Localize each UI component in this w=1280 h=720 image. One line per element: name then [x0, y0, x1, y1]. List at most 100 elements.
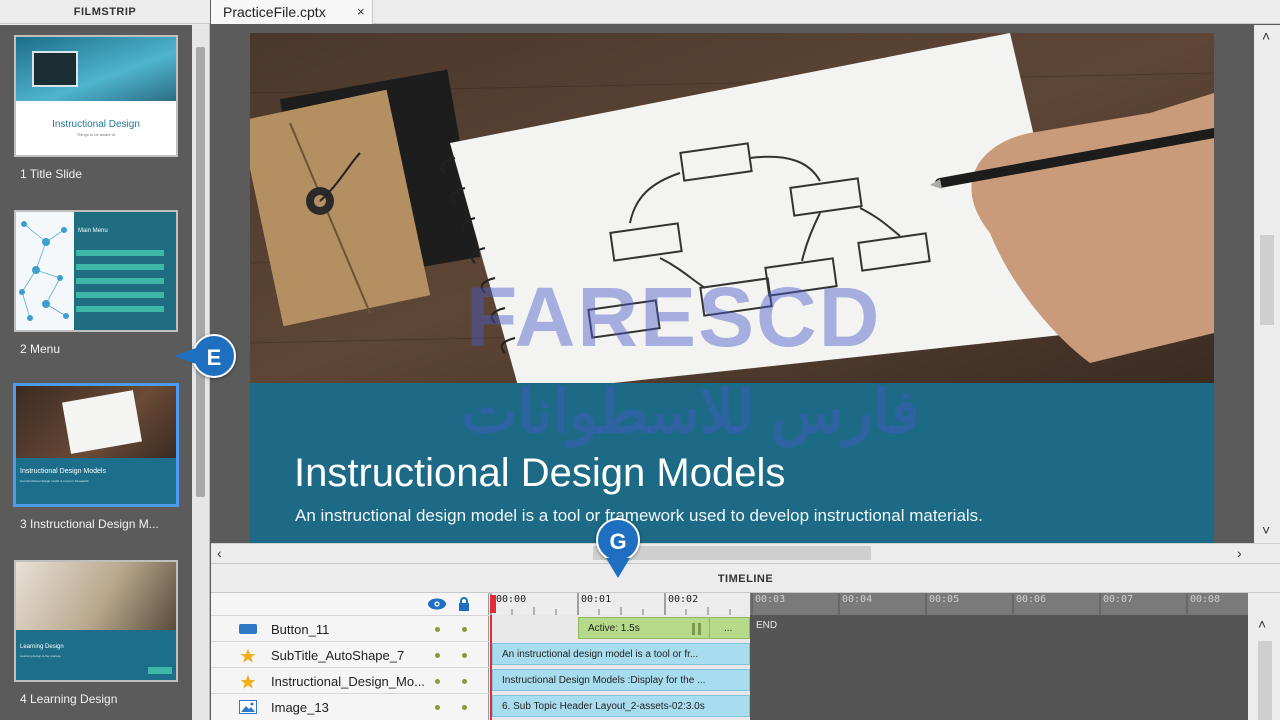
ruler-label: 00:01	[581, 594, 612, 605]
ruler-label: 00:04	[842, 594, 873, 605]
slide-thumbnail-selected[interactable]: Instructional Design Models An instructi…	[13, 383, 179, 507]
scroll-up-icon[interactable]: ˄	[1258, 615, 1266, 633]
thumbnail-menu-bar	[76, 292, 164, 298]
filmstrip-slide-1[interactable]: Instructional Design Things to be aware …	[0, 25, 192, 200]
thumbnail-subtitle: Learning design is the process	[20, 654, 61, 658]
slide-title-text[interactable]: Instructional Design Models	[294, 451, 785, 496]
stage-vertical-scrollbar[interactable]: ˄ ˅	[1254, 25, 1280, 543]
filmstrip-slide-3[interactable]: Instructional Design Models An instructi…	[0, 375, 192, 550]
watermark-arabic-text: فارس للاسطوانات	[461, 378, 920, 445]
layer-list-header	[211, 593, 489, 615]
callout-pointer-g	[606, 558, 630, 578]
ruler-label: 00:03	[755, 594, 786, 605]
captivate-window: FILMSTRIP Instructional Design Things to…	[0, 0, 1280, 720]
scroll-right-icon[interactable]: ›	[1237, 544, 1242, 562]
timeline-panel: Button_11 SubTitle_AutoShape_7 Instructi…	[211, 593, 1280, 720]
slide-label: 3 Instructional Design M...	[20, 517, 159, 531]
scroll-up-icon[interactable]: ˄	[1262, 27, 1270, 45]
filmstrip-slide-2[interactable]: Main Menu 2 Menu	[0, 200, 192, 375]
watermark-latin-text: FARESCD	[466, 270, 882, 364]
timeline-scrollbar[interactable]: ˄	[1248, 593, 1280, 720]
filmstrip-list: Instructional Design Things to be aware …	[0, 25, 192, 720]
image-icon	[239, 700, 257, 714]
timeline-layer-row[interactable]: SubTitle_AutoShape_7	[211, 641, 489, 667]
bar-label: Active: 1.5s	[588, 623, 640, 634]
lock-dot[interactable]	[462, 679, 467, 684]
thumbnail-menu-bar	[76, 264, 164, 270]
timeline-layer-row[interactable]: Instructional_Design_Mo...	[211, 667, 489, 693]
thumbnail-device-image	[32, 51, 78, 87]
ruler-label: 00:05	[929, 594, 960, 605]
scrollbar-thumb[interactable]	[1260, 235, 1274, 325]
timeline-bar-image[interactable]: 6. Sub Topic Header Layout_2-assets-02:3…	[492, 695, 750, 717]
timeline-end-label: END	[756, 620, 778, 631]
visibility-dot[interactable]	[435, 627, 440, 632]
layer-name: SubTitle_AutoShape_7	[271, 648, 405, 663]
callout-badge-e: E	[192, 334, 236, 378]
lock-dot[interactable]	[462, 653, 467, 658]
timeline-ruler[interactable]: 00:00 00:01 00:02 00:03 00:04 00:05 00:0…	[490, 593, 1248, 615]
timeline-layer-list: Button_11 SubTitle_AutoShape_7 Instructi…	[211, 593, 489, 720]
timeline-layer-row[interactable]: Image_13	[211, 693, 489, 719]
timeline-header: TIMELINE	[211, 563, 1280, 593]
thumbnail-photo	[16, 562, 176, 630]
tab-label: PracticeFile.cptx	[223, 4, 326, 20]
callout-pointer-e	[174, 348, 196, 364]
thumbnail-title: Main Menu	[78, 228, 108, 234]
slide-thumbnail[interactable]: Learning Design Learning design is the p…	[14, 560, 178, 682]
ruler-label: 00:07	[1103, 594, 1134, 605]
thumbnail-menu-bar	[76, 278, 164, 284]
timeline-tracks[interactable]: 00:00 00:01 00:02 00:03 00:04 00:05 00:0…	[490, 593, 1248, 720]
layer-name: Instructional_Design_Mo...	[271, 674, 425, 689]
layer-name: Button_11	[271, 622, 330, 637]
timeline-bar-button[interactable]: Active: 1.5s ...	[578, 617, 750, 639]
slide-thumbnail[interactable]: Instructional Design Things to be aware …	[14, 35, 178, 157]
slide-subtitle-text[interactable]: An instructional design model is a tool …	[295, 506, 983, 526]
star-icon	[239, 648, 257, 663]
callout-letter: E	[206, 345, 222, 370]
thumbnail-network-image	[16, 212, 74, 330]
timeline-bar-title[interactable]: Instructional Design Models :Display for…	[492, 669, 750, 691]
slide-label: 2 Menu	[20, 342, 61, 356]
thumbnail-menu-bar	[76, 250, 164, 256]
close-icon[interactable]: ×	[357, 0, 365, 24]
slide-label: 4 Learning Design	[20, 692, 118, 706]
timeline-bar-subtitle[interactable]: An instructional design model is a tool …	[492, 643, 750, 665]
ruler-label: 00:06	[1016, 594, 1047, 605]
ruler-label: 00:02	[668, 594, 699, 605]
tab-practicefile[interactable]: PracticeFile.cptx ×	[211, 0, 373, 24]
filmstrip-header: FILMSTRIP	[0, 0, 210, 24]
callout-badge-g: G	[596, 518, 640, 562]
lock-dot[interactable]	[462, 705, 467, 710]
lock-dot[interactable]	[462, 627, 467, 632]
ruler-label: 00:00	[496, 594, 527, 605]
visibility-dot[interactable]	[435, 705, 440, 710]
stage-horizontal-scrollbar[interactable]: ‹ ›	[211, 543, 1280, 563]
timeline-layer-row[interactable]: Button_11	[211, 615, 489, 641]
slide-label: 1 Title Slide	[20, 167, 83, 181]
scrollbar-thumb[interactable]	[196, 47, 205, 497]
filmstrip-slide-4[interactable]: Learning Design Learning design is the p…	[0, 550, 192, 720]
document-tabbar: PracticeFile.cptx ×	[211, 0, 1280, 24]
eye-icon[interactable]	[427, 598, 447, 610]
scroll-left-icon[interactable]: ‹	[217, 544, 222, 562]
pause-marker	[692, 623, 695, 635]
lock-icon[interactable]	[458, 597, 470, 611]
visibility-dot[interactable]	[435, 653, 440, 658]
callout-letter: G	[609, 529, 627, 554]
thumbnail-subtitle: Things to be aware of	[76, 132, 116, 137]
slide-thumbnail[interactable]: Main Menu	[14, 210, 178, 332]
scroll-down-icon[interactable]: ˅	[1262, 521, 1270, 539]
layer-name: Image_13	[271, 700, 329, 715]
visibility-dot[interactable]	[435, 679, 440, 684]
bar-more-button[interactable]: ...	[709, 618, 732, 638]
thumbnail-menu-bar	[76, 306, 164, 312]
slide-stage: Instructional Design Models An instructi…	[211, 25, 1254, 543]
bar-label: 6. Sub Topic Header Layout_2-assets-02:3…	[502, 701, 705, 712]
scrollbar-thumb[interactable]	[1258, 641, 1272, 720]
bar-label: An instructional design model is a tool …	[502, 649, 699, 660]
thumbnail-title: Learning Design	[20, 644, 64, 650]
thumbnail-title: Instructional Design	[52, 119, 140, 130]
thumbnail-next-button	[148, 667, 172, 674]
bar-label: Instructional Design Models :Display for…	[502, 675, 706, 686]
